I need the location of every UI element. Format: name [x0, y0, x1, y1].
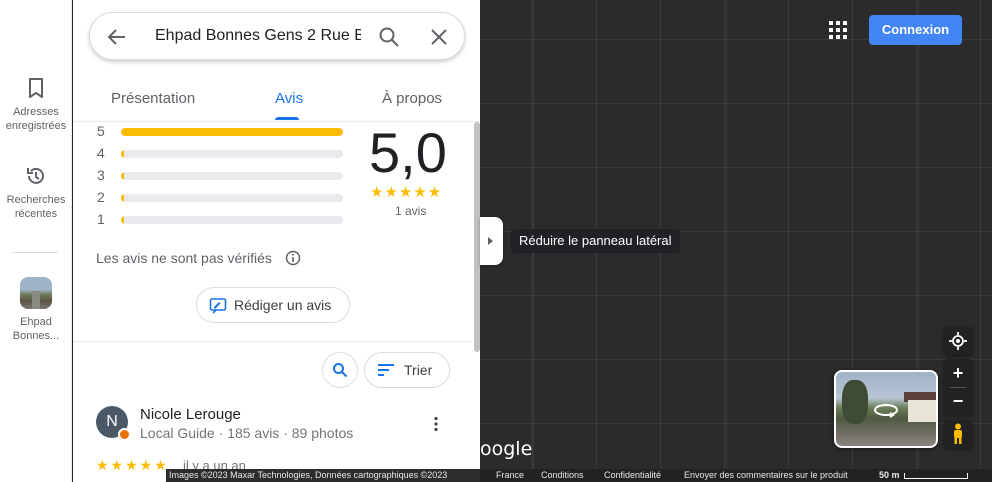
write-review-button[interactable]: Rédiger un avis — [196, 287, 350, 323]
rating-bar-row: 2 — [97, 190, 347, 204]
rating-bar-track — [121, 150, 343, 158]
collapse-tooltip: Réduire le panneau latéral — [511, 229, 680, 253]
my-location-button[interactable] — [944, 327, 972, 355]
write-review-label: Rédiger un avis — [234, 297, 332, 313]
rating-bar-label: 3 — [97, 167, 105, 183]
terms-link[interactable]: Conditions — [541, 470, 584, 480]
rating-bar-label: 1 — [97, 211, 105, 227]
recent-searches-label: Recherches récentes — [6, 194, 66, 220]
sort-button[interactable]: Trier — [364, 352, 450, 388]
zoom-control: + − — [944, 359, 972, 415]
rail-divider — [12, 252, 58, 253]
rating-bar-fill — [121, 194, 124, 202]
search-icon[interactable] — [377, 25, 401, 54]
tab-overview[interactable]: Présentation — [111, 90, 195, 107]
apps-grid-icon[interactable] — [827, 19, 849, 46]
zoom-out-button[interactable]: − — [944, 387, 972, 415]
rating-bar-row: 1 — [97, 212, 347, 226]
tab-about[interactable]: À propos — [382, 90, 442, 107]
search-box[interactable]: Ehpad Bonnes Gens 2 Rue Blanche — [89, 12, 465, 60]
search-input[interactable]: Ehpad Bonnes Gens 2 Rue Blanche — [155, 27, 361, 45]
unverified-note: Les avis ne sont pas vérifiés — [96, 250, 272, 266]
info-icon[interactable] — [285, 250, 301, 271]
recent-place-label: Ehpad Bonnes... — [12, 316, 60, 342]
rating-bar-row: 5 — [97, 124, 347, 138]
collapse-panel-button[interactable] — [480, 217, 503, 265]
map-footer: Images ©2023 Maxar Technologies, Données… — [166, 469, 992, 482]
reviewer-name[interactable]: Nicole Lerouge — [140, 406, 241, 423]
rating-bar-track — [121, 194, 343, 202]
saved-places-label: Adresses enregistrées — [5, 106, 67, 132]
back-arrow-icon[interactable] — [105, 25, 129, 54]
close-icon[interactable] — [427, 25, 451, 54]
privacy-link[interactable]: Confidentialité — [604, 470, 661, 480]
rating-bar-row: 3 — [97, 168, 347, 182]
rating-bar-fill — [121, 128, 343, 136]
history-icon — [0, 165, 72, 187]
my-location-icon — [949, 332, 967, 350]
section-divider — [73, 341, 473, 342]
bookmark-icon — [0, 77, 72, 99]
rating-bar-track — [121, 128, 343, 136]
rating-bar-track — [121, 172, 343, 180]
active-tab-indicator — [275, 117, 299, 120]
pegman-button[interactable] — [944, 420, 972, 448]
rating-bar-label: 5 — [97, 123, 105, 139]
rating-bar-fill — [121, 172, 124, 180]
reviewer-avatar[interactable]: N — [96, 406, 131, 441]
saved-places-button[interactable]: Adresses enregistrées — [0, 77, 72, 133]
sort-label: Trier — [404, 362, 433, 378]
tab-reviews[interactable]: Avis — [275, 90, 303, 107]
preview-tree — [842, 380, 868, 424]
recent-searches-button[interactable]: Recherches récentes — [0, 165, 72, 221]
rating-bar-label: 4 — [97, 145, 105, 161]
rotate-360-icon — [873, 402, 899, 423]
scale-bar — [904, 473, 968, 479]
average-rating: 5,0 — [369, 122, 447, 184]
signin-button[interactable]: Connexion — [869, 15, 962, 45]
local-guide-badge-icon — [118, 428, 131, 441]
average-stars: ★★★★★ — [370, 184, 443, 201]
scale-label[interactable]: 50 m — [879, 470, 900, 480]
review-count[interactable]: 1 avis — [395, 204, 426, 218]
google-logo: oogle — [480, 438, 533, 460]
reviewer-meta: Local Guide · 185 avis · 89 photos — [140, 425, 354, 441]
search-reviews-button[interactable] — [322, 352, 358, 388]
preview-house — [908, 400, 936, 422]
pegman-icon — [954, 423, 962, 444]
place-tabs: Présentation Avis À propos — [73, 74, 480, 122]
rating-bar-fill — [121, 216, 124, 224]
more-options-icon[interactable] — [433, 416, 439, 437]
recent-place-button[interactable]: Ehpad Bonnes... — [0, 277, 72, 343]
street-view-preview[interactable] — [834, 370, 938, 448]
chevron-right-icon — [488, 237, 493, 245]
zoom-in-button[interactable]: + — [944, 359, 972, 387]
place-thumbnail — [20, 277, 52, 309]
reviews-content: 5 4 3 2 1 5,0 ★★★★★ 1 avis Les avis ne s… — [73, 122, 473, 482]
sort-icon — [378, 364, 394, 376]
search-reviews-icon — [333, 363, 348, 378]
rating-bar-row: 4 — [97, 146, 347, 160]
rating-bar-fill — [121, 150, 124, 158]
rating-bar-label: 2 — [97, 189, 105, 205]
reviewer-initial: N — [106, 413, 118, 430]
rate-review-icon — [209, 297, 227, 320]
country-link[interactable]: France — [496, 470, 524, 480]
imagery-credit: Images ©2023 Maxar Technologies, Données… — [169, 470, 448, 480]
review-stars: ★★★★★ — [96, 457, 169, 473]
side-rail: Adresses enregistrées Recherches récente… — [0, 0, 72, 482]
rating-bar-track — [121, 216, 343, 224]
feedback-link[interactable]: Envoyer des commentaires sur le produit — [684, 470, 848, 480]
